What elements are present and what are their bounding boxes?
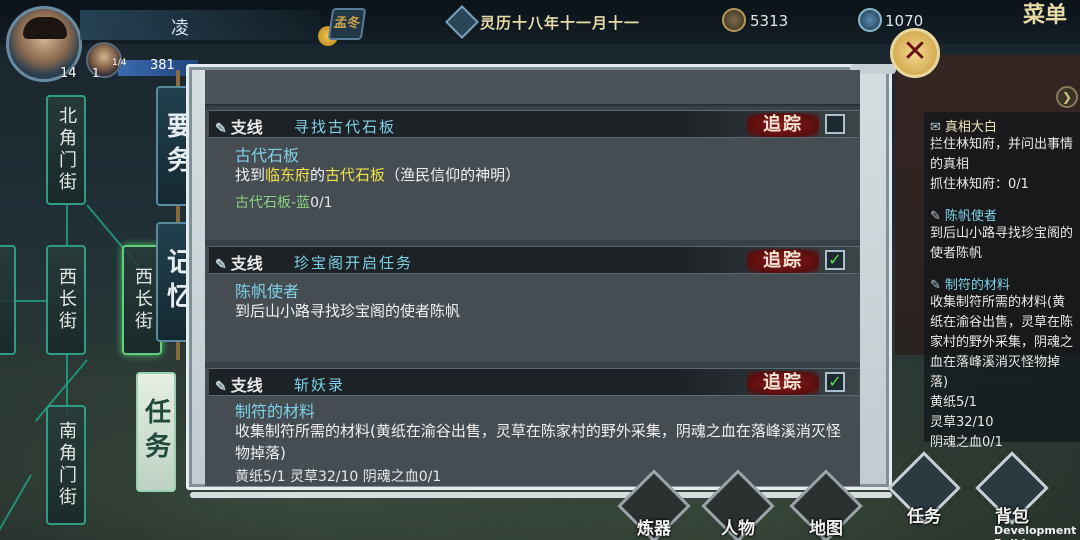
tracked-item[interactable]: ✎ 制符的材料 收集制符所需的材料(黄纸在渝谷出售，灵草在陈家村的野外采集，阴魂之… [930,274,1074,453]
dev-build-label: Development Build [994,524,1077,540]
check-icon: ✓ [828,250,842,269]
tracked-item-desc: 拦住林知府，并问出事情的真相 [930,137,1074,172]
tracked-quest-sidebar: ✉ 真相大白 拦住林知府，并问出事情的真相 抓住林知府：0/1 ✎ 陈帆使者 到后山… [924,112,1080,450]
tracked-item-title: ✎ 制符的材料 [930,278,1010,293]
player-name: 凌 [171,18,189,39]
tab-connector [176,342,180,360]
jade-icon [858,8,882,32]
quest-card[interactable]: ✎ 支线 珍宝阁开启任务 追踪 ✓ 陈帆使者 到后山小路寻找珍宝阁的使者陈帆 [205,246,860,362]
quest-title: 珍宝阁开启任务 [294,254,414,272]
season-badge[interactable]: 孟冬 [327,8,367,40]
quest-description: 收集制符所需的材料(黄纸在渝谷出售，灵草在陈家村的野外采集，阴魂之血在落峰溪消灭… [235,422,841,462]
quest-subtitle: 陈帆使者 [235,282,300,301]
map-path [66,205,68,245]
check-icon: ✓ [828,372,842,391]
quest-header: ✎ 支线 寻找古代石板 追踪 [209,110,859,138]
map-node-edge[interactable] [0,245,16,355]
map-node-south-gate[interactable]: 南角门街 [46,405,86,525]
brush-icon: ✎ [930,209,941,224]
panel-rod-bottom [190,492,892,498]
character-button[interactable]: 人物 [701,469,775,540]
quest-header: ✎ 支线 斩妖录 追踪 ✓ [209,368,859,396]
quest-title: 寻找古代石板 [294,118,397,136]
coin-amount: 5313 [750,12,789,30]
bag-button[interactable]: 背包 [975,451,1049,527]
quest-card[interactable]: ✎ 支线 斩妖录 追踪 ✓ 制符的材料 收集制符所需的材料(黄纸在渝谷出售，灵草在… [205,368,860,486]
quest-type: ✎ 支线 [215,376,263,395]
quest-description: 到后山小路寻找珍宝阁的使者陈帆 [235,302,461,320]
track-checkbox[interactable]: ✓ [825,372,845,392]
tab-tasks[interactable]: 任务 [136,372,176,492]
tracked-item[interactable]: ✉ 真相大白 拦住林知府，并问出事情的真相 抓住林知府：0/1 [930,116,1074,195]
companion-level: 1 [92,66,100,80]
expand-arrow-icon[interactable]: ❯ [1056,86,1078,108]
quest-progress: 古代石板-蓝0/1 [235,195,333,211]
brush-icon: ✎ [215,379,227,395]
map-node-north-gate[interactable]: 北角门街 [46,95,86,205]
companion-hp: 381 [150,58,175,73]
close-icon: ✕ [902,34,928,69]
game-date: 灵历十八年十一月十一 [480,14,641,32]
quest-type: ✎ 支线 [215,254,263,273]
companion-tag: 1/4 [112,58,127,68]
tracked-item-progress: 黄纸5/1 灵草32/10 阴魂之血0/1 [930,395,1003,450]
coin-icon [722,8,746,32]
quest-type: ✎ 支线 [215,118,263,137]
close-button[interactable]: ✕ [890,28,940,78]
track-badge[interactable]: 追踪 [747,113,819,137]
quest-button[interactable]: 任务 [887,451,961,527]
brush-icon: ✎ [930,278,941,293]
quest-description: 找到临东府的古代石板（渔民信仰的神明） [235,166,521,184]
quest-list-top [205,70,860,106]
quest-card[interactable]: ✎ 支线 寻找古代石板 追踪 古代石板 找到临东府的古代石板（渔民信仰的神明） 古… [205,110,860,240]
season-label: 孟冬 [333,16,362,31]
brush-icon: ✎ [215,121,227,137]
track-badge[interactable]: 追踪 [747,249,819,273]
track-badge[interactable]: 追踪 [747,371,819,395]
tracked-item-desc: 到后山小路寻找珍宝阁的使者陈帆 [930,226,1074,261]
quest-title: 斩妖录 [294,376,346,394]
scroll-icon: ✉ [930,120,941,135]
map-node-west-street[interactable]: 西长街 [46,245,86,355]
forge-button[interactable]: 炼器 [617,469,691,540]
player-level: 14 [60,66,77,81]
track-checkbox[interactable]: ✓ [825,250,845,270]
quest-subtitle: 古代石板 [235,146,300,165]
map-button[interactable]: 地图 [789,469,863,540]
quest-subtitle: 制符的材料 [235,402,316,421]
quest-list[interactable]: ✎ 支线 寻找古代石板 追踪 古代石板 找到临东府的古代石板（渔民信仰的神明） 古… [205,70,860,486]
brush-icon: ✎ [215,257,227,273]
menu-button[interactable]: 菜单 [1020,4,1070,26]
tracked-item-desc: 收集制符所需的材料(黄纸在渝谷出售，灵草在陈家村的野外采集，阴魂之血在落峰溪消灭… [930,295,1074,390]
tracked-item[interactable]: ✎ 陈帆使者 到后山小路寻找珍宝阁的使者陈帆 [930,205,1074,264]
quest-header: ✎ 支线 珍宝阁开启任务 追踪 ✓ [209,246,859,274]
tracked-item-progress: 抓住林知府：0/1 [930,177,1029,192]
tracked-item-title: ✉ 真相大白 [930,120,997,135]
tracked-item-title: ✎ 陈帆使者 [930,209,997,224]
track-checkbox[interactable] [825,114,845,134]
